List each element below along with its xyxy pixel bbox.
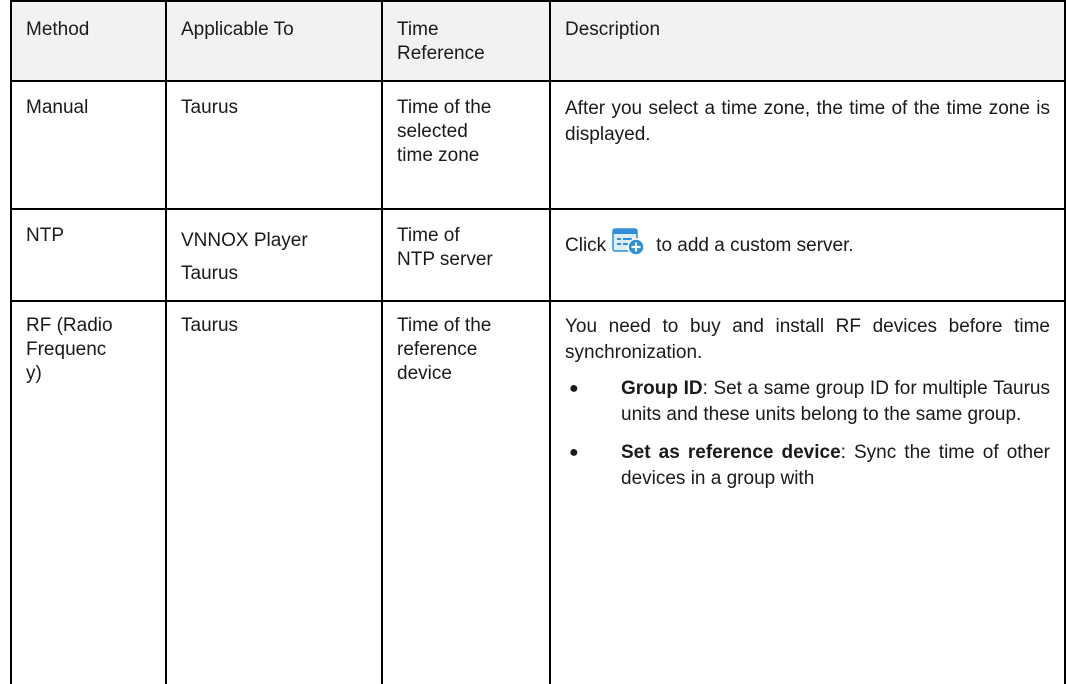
- bullet-list: ● Group ID: Set a same group ID for mult…: [565, 376, 1050, 492]
- cell-method: NTP: [10, 208, 167, 302]
- table-row-rf: RF (Radio Frequenc y) Taurus Time of the…: [10, 300, 1066, 684]
- applicable-to-line: VNNOX Player: [181, 230, 308, 251]
- method-text: NTP: [26, 225, 64, 246]
- cell-applicable-to: Taurus: [165, 300, 383, 684]
- bullet-item-group-id: ● Group ID: Set a same group ID for mult…: [565, 376, 1050, 428]
- bullet-term: Group ID: [621, 378, 703, 399]
- add-server-icon: [612, 228, 646, 256]
- header-applicable-to-text: Applicable To: [181, 19, 294, 40]
- cell-time-reference: Time of NTP server: [381, 208, 551, 302]
- description-prefix: Click: [565, 235, 607, 256]
- time-reference-line: NTP server: [397, 249, 493, 270]
- header-time-reference: Time Reference: [381, 0, 551, 82]
- table-header-row: Method Applicable To Time Reference Desc…: [10, 0, 1066, 82]
- header-time-reference-line2: Reference: [397, 43, 485, 64]
- header-method-text: Method: [26, 19, 90, 40]
- time-reference-line: device: [397, 363, 452, 384]
- time-sync-methods-table: Method Applicable To Time Reference Desc…: [10, 0, 1066, 684]
- bullet-dot-icon: ●: [569, 380, 579, 397]
- applicable-to-text: Taurus: [181, 97, 239, 118]
- header-time-reference-line1: Time: [397, 19, 439, 40]
- time-reference-line: time zone: [397, 145, 480, 166]
- bullet-item-reference-device: ● Set as reference device: Sync the time…: [565, 440, 1050, 492]
- description-text: Click to add a custom server.: [565, 224, 1050, 260]
- time-reference-line: Time of the: [397, 97, 492, 118]
- header-description-text: Description: [565, 19, 661, 40]
- method-line: Frequenc: [26, 339, 107, 360]
- cell-description: After you select a time zone, the time o…: [549, 80, 1066, 210]
- bullet-term: Set as reference device: [621, 442, 841, 463]
- time-reference-line: reference: [397, 339, 478, 360]
- cell-method: RF (Radio Frequenc y): [10, 300, 167, 684]
- table-row-manual: Manual Taurus Time of the selected time …: [10, 80, 1066, 210]
- cell-applicable-to: Taurus: [165, 80, 383, 210]
- cell-time-reference: Time of the reference device: [381, 300, 551, 684]
- cell-applicable-to: VNNOX Player Taurus: [165, 208, 383, 302]
- table-row-ntp: NTP VNNOX Player Taurus Time of NTP serv…: [10, 208, 1066, 302]
- time-reference-line: Time of: [397, 225, 460, 246]
- applicable-to-text: Taurus: [181, 315, 239, 336]
- header-description: Description: [549, 0, 1066, 82]
- cell-description: You need to buy and install RF devices b…: [549, 300, 1066, 684]
- method-text: Manual: [26, 97, 89, 118]
- method-line: y): [26, 363, 42, 384]
- cell-description: Click to add a custom server.: [549, 208, 1066, 302]
- time-reference-line: selected: [397, 121, 468, 142]
- description-text: You need to buy and install RF devices b…: [565, 316, 1050, 363]
- header-method: Method: [10, 0, 167, 82]
- applicable-to-line: Taurus: [181, 263, 239, 284]
- header-applicable-to: Applicable To: [165, 0, 383, 82]
- bullet-dot-icon: ●: [569, 444, 579, 461]
- description-suffix: to add a custom server.: [656, 235, 854, 256]
- cell-time-reference: Time of the selected time zone: [381, 80, 551, 210]
- cell-method: Manual: [10, 80, 167, 210]
- time-reference-line: Time of the: [397, 315, 492, 336]
- description-text: After you select a time zone, the time o…: [565, 98, 1050, 145]
- method-line: RF (Radio: [26, 315, 113, 336]
